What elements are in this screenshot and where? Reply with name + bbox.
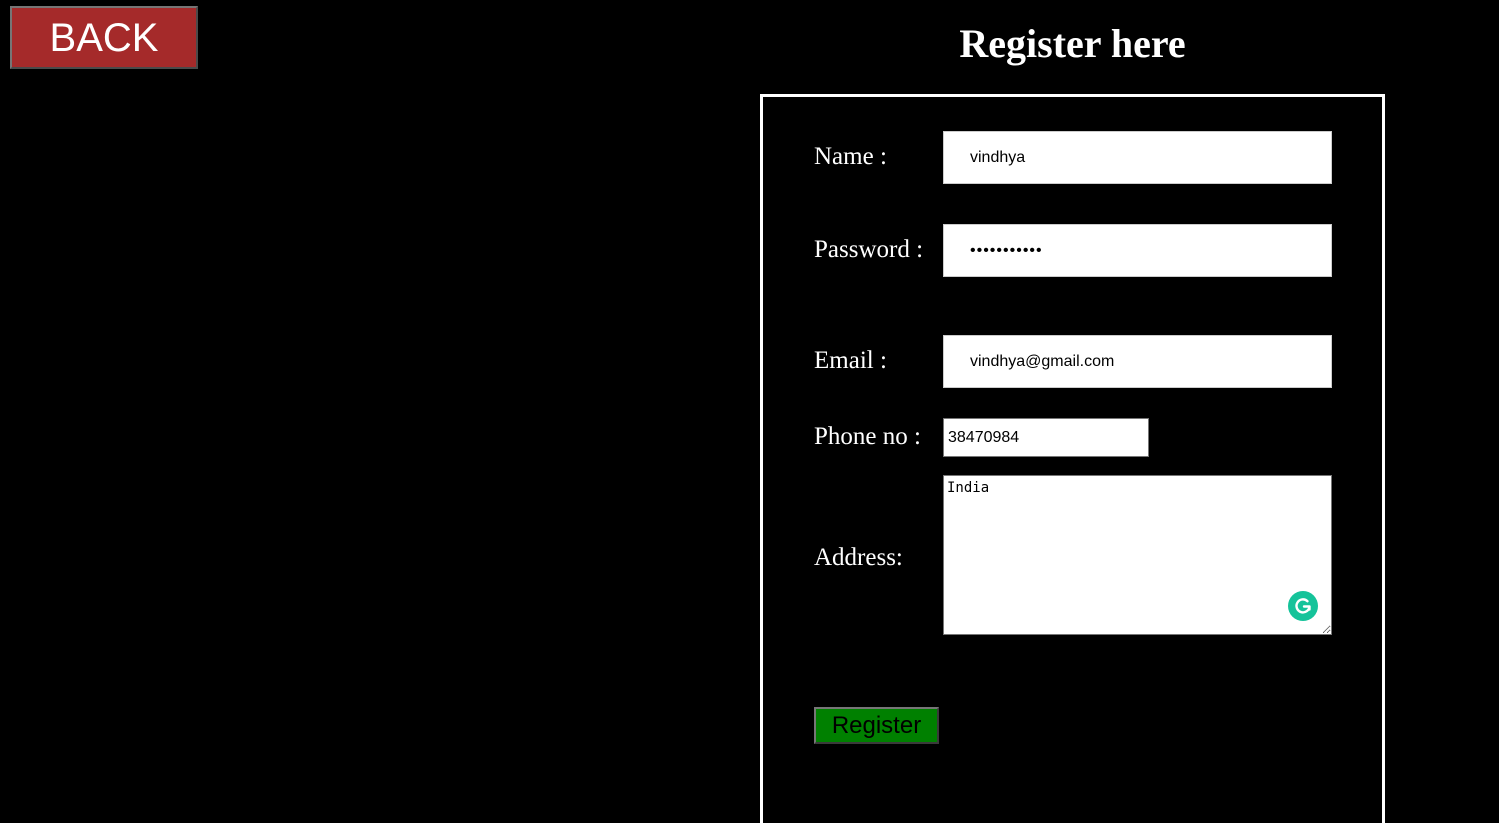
grammarly-g-glyph <box>1295 598 1311 614</box>
register-button[interactable]: Register <box>814 707 939 744</box>
name-input[interactable] <box>943 131 1332 184</box>
page-title: Register here <box>959 21 1186 66</box>
password-label: Password : <box>814 236 924 263</box>
name-label: Name : <box>814 143 887 170</box>
password-input[interactable] <box>943 224 1332 277</box>
phone-label: Phone no : <box>814 423 921 450</box>
grammarly-icon[interactable] <box>1288 591 1318 621</box>
back-button[interactable]: BACK <box>10 6 198 69</box>
email-label: Email : <box>814 347 887 374</box>
email-input[interactable] <box>943 335 1332 388</box>
address-textarea[interactable]: India <box>943 475 1332 635</box>
phone-input[interactable] <box>943 418 1149 457</box>
address-label: Address: <box>814 544 903 571</box>
